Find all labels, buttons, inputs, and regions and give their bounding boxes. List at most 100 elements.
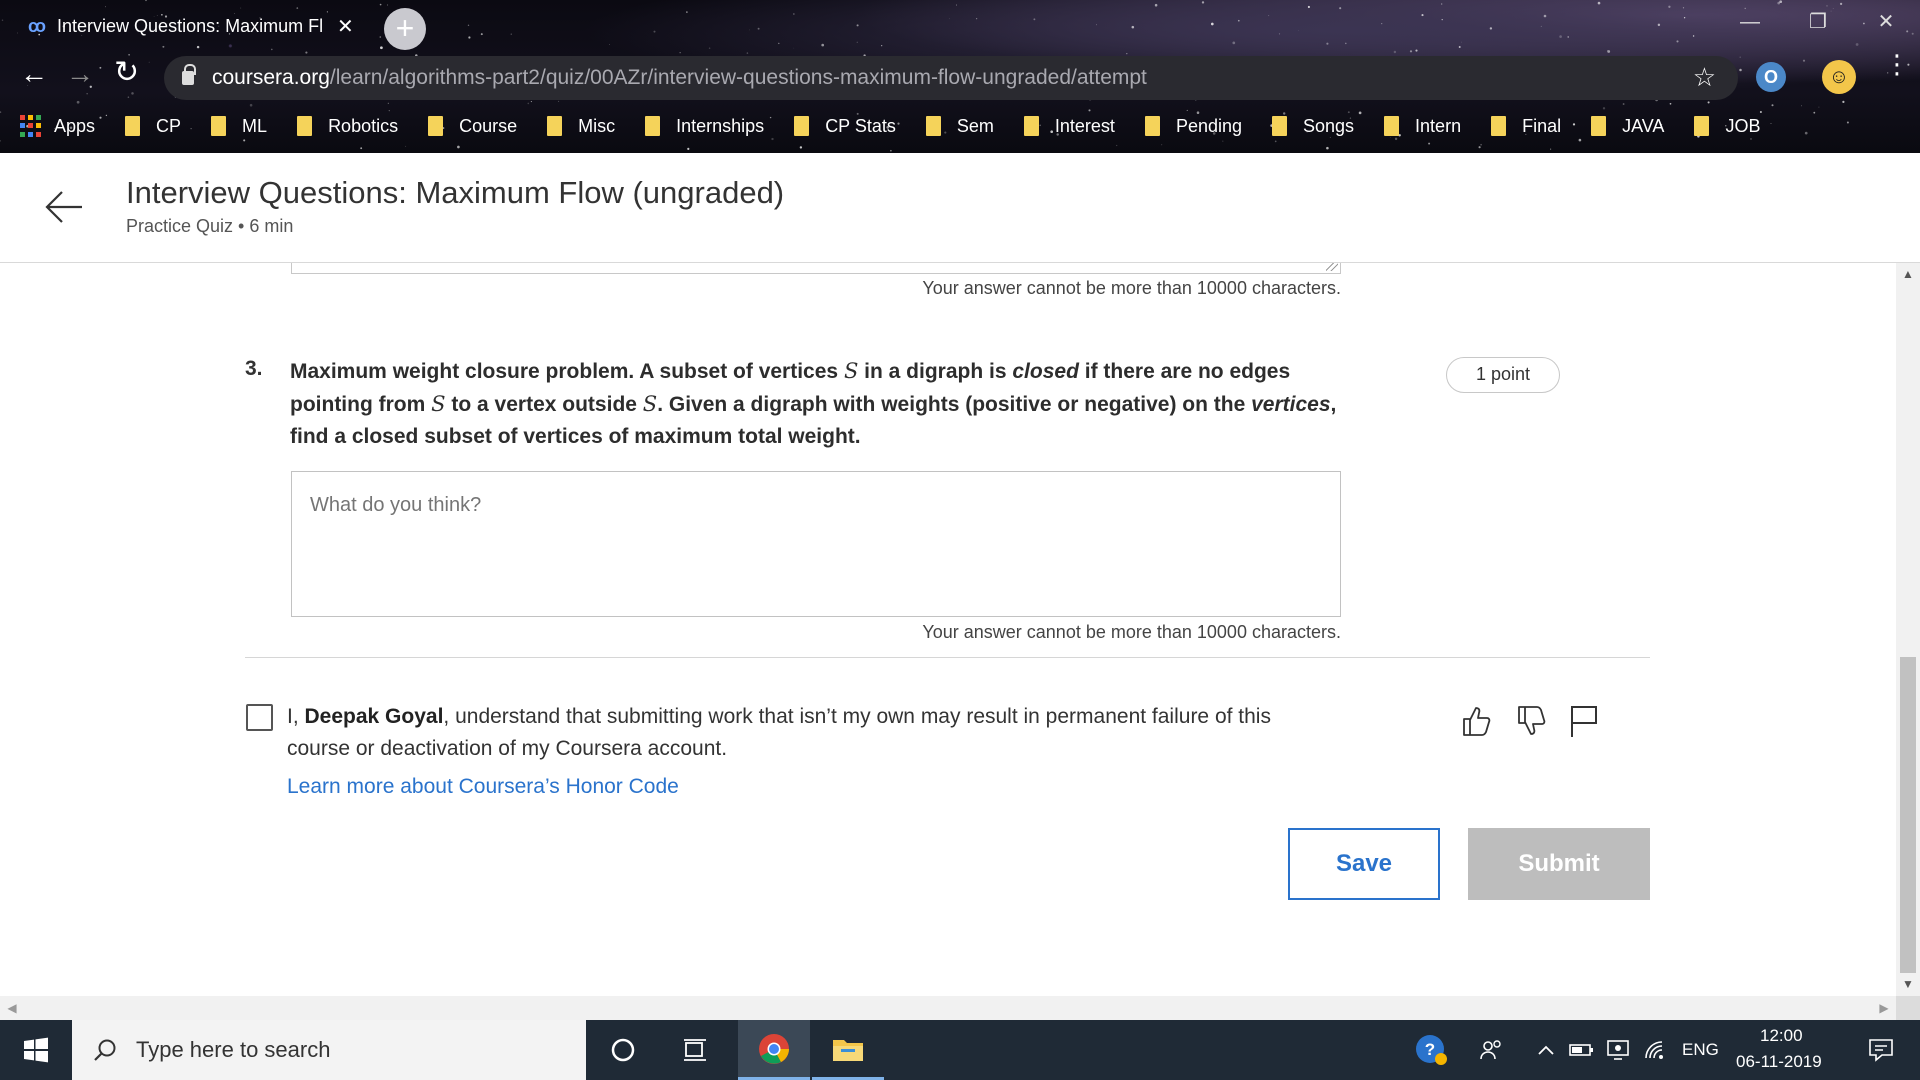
honor-code-checkbox[interactable] bbox=[246, 704, 273, 731]
back-icon[interactable]: ← bbox=[20, 58, 48, 90]
language-indicator[interactable]: ENG bbox=[1682, 1040, 1719, 1060]
resize-grip-icon[interactable] bbox=[1326, 263, 1338, 271]
bookmark-folder[interactable]: CP Stats bbox=[794, 116, 896, 137]
close-window-icon[interactable]: ✕ bbox=[1852, 0, 1920, 44]
clock-date[interactable]: 06-11-2019 bbox=[1736, 1052, 1822, 1072]
profile-avatar-icon[interactable]: ☺ bbox=[1822, 60, 1856, 94]
forward-icon[interactable]: → bbox=[66, 58, 94, 90]
bookmark-folder[interactable]: Songs bbox=[1272, 116, 1354, 137]
star-decoration bbox=[1739, 56, 1741, 58]
scroll-up-icon[interactable]: ▲ bbox=[1896, 265, 1920, 283]
star-decoration bbox=[1676, 40, 1679, 43]
star-decoration bbox=[1345, 42, 1347, 45]
bookmark-star-icon[interactable]: ☆ bbox=[1693, 62, 1716, 93]
bookmark-folder[interactable]: Internships bbox=[645, 116, 764, 137]
bookmark-folder[interactable]: ML bbox=[211, 116, 267, 137]
new-tab-button[interactable]: + bbox=[384, 8, 426, 50]
bookmark-folder[interactable]: Sem bbox=[925, 116, 994, 137]
bookmark-folder[interactable]: Final bbox=[1491, 116, 1561, 137]
bookmark-folder[interactable]: CP bbox=[125, 116, 181, 137]
bookmark-folder[interactable]: Misc bbox=[547, 116, 615, 137]
char-limit-note: Your answer cannot be more than 10000 ch… bbox=[922, 278, 1341, 298]
bookmark-folder[interactable]: Interest bbox=[1023, 116, 1115, 137]
bookmark-folder[interactable]: JOB bbox=[1694, 116, 1760, 137]
star-decoration bbox=[1131, 25, 1135, 29]
thumbs-down-icon[interactable] bbox=[1513, 703, 1549, 739]
bookmark-folder[interactable]: Robotics bbox=[297, 116, 398, 137]
people-icon[interactable] bbox=[1474, 1020, 1510, 1080]
extension-icon[interactable]: O bbox=[1756, 62, 1786, 92]
battery-icon[interactable] bbox=[1566, 1020, 1596, 1080]
scrollbar-thumb[interactable] bbox=[1900, 657, 1916, 973]
bookmark-label: Internships bbox=[676, 115, 765, 136]
scroll-left-icon[interactable]: ◀ bbox=[2, 996, 22, 1020]
question-title: Maximum weight closure problem. bbox=[290, 360, 635, 383]
star-decoration bbox=[480, 33, 483, 36]
bookmark-folder[interactable]: Intern bbox=[1384, 116, 1461, 137]
minimize-icon[interactable]: — bbox=[1716, 0, 1784, 44]
star-decoration bbox=[1195, 99, 1197, 101]
horizontal-scrollbar[interactable]: ◀ ▶ bbox=[0, 996, 1896, 1020]
star-decoration bbox=[305, 51, 308, 54]
cortana-icon[interactable] bbox=[600, 1020, 646, 1080]
star-decoration bbox=[1421, 14, 1424, 17]
star-decoration bbox=[1154, 3, 1158, 7]
wifi-icon[interactable] bbox=[1640, 1020, 1672, 1080]
chrome-taskbar-icon[interactable] bbox=[738, 1020, 810, 1080]
folder-icon bbox=[794, 116, 810, 136]
file-explorer-icon[interactable] bbox=[812, 1020, 884, 1080]
star-decoration bbox=[510, 33, 512, 35]
coursera-favicon-icon: co bbox=[28, 15, 46, 36]
submit-button[interactable]: Submit bbox=[1468, 828, 1650, 900]
star-decoration bbox=[793, 13, 795, 15]
star-decoration bbox=[1818, 106, 1820, 108]
star-decoration bbox=[1683, 17, 1686, 19]
tab-title: Interview Questions: Maximum Fl bbox=[57, 15, 324, 36]
star-decoration bbox=[86, 93, 88, 95]
scrollbar-corner bbox=[1896, 996, 1920, 1020]
help-tray-icon[interactable]: ? bbox=[1412, 1020, 1452, 1080]
star-decoration bbox=[1126, 52, 1128, 55]
bookmark-apps[interactable]: Apps bbox=[20, 115, 95, 137]
taskbar-search-box[interactable]: Type here to search bbox=[72, 1020, 586, 1080]
address-bar[interactable]: coursera.org/learn/algorithms-part2/quiz… bbox=[164, 56, 1738, 100]
star-decoration bbox=[1095, 24, 1098, 26]
scroll-down-icon[interactable]: ▼ bbox=[1896, 975, 1920, 993]
chevron-up-icon[interactable] bbox=[1532, 1020, 1560, 1080]
restore-icon[interactable]: ❐ bbox=[1784, 0, 1852, 44]
windows-start-icon[interactable] bbox=[0, 1020, 70, 1080]
back-arrow-icon[interactable] bbox=[44, 187, 84, 227]
save-button[interactable]: Save bbox=[1288, 828, 1440, 900]
star-decoration bbox=[0, 111, 2, 113]
browser-menu-icon[interactable]: ⋮ bbox=[1884, 51, 1910, 77]
reload-icon[interactable]: ↻ bbox=[114, 55, 139, 90]
honor-code-link[interactable]: Learn more about Coursera’s Honor Code bbox=[287, 775, 679, 799]
star-decoration bbox=[1540, 25, 1542, 27]
bookmark-folder[interactable]: Course bbox=[428, 116, 517, 137]
star-decoration bbox=[856, 41, 858, 43]
star-decoration bbox=[687, 147, 690, 151]
star-decoration bbox=[387, 4, 389, 6]
display-icon[interactable] bbox=[1602, 1020, 1634, 1080]
task-view-icon[interactable] bbox=[672, 1020, 718, 1080]
clock-time[interactable]: 12:00 bbox=[1760, 1026, 1803, 1046]
notifications-icon[interactable] bbox=[1856, 1020, 1906, 1080]
tab-close-icon[interactable]: ✕ bbox=[337, 14, 354, 39]
thumbs-up-icon[interactable] bbox=[1458, 703, 1494, 739]
vertical-scrollbar[interactable]: ▲ ▼ bbox=[1896, 263, 1920, 996]
star-decoration bbox=[778, 42, 780, 45]
bookmark-folder[interactable]: Pending bbox=[1144, 116, 1242, 137]
answer-input[interactable] bbox=[291, 471, 1341, 617]
scroll-right-icon[interactable]: ▶ bbox=[1874, 996, 1894, 1020]
emphasis-vertices: vertices bbox=[1251, 393, 1331, 416]
page-title: Interview Questions: Maximum Flow (ungra… bbox=[126, 175, 785, 210]
flag-icon[interactable] bbox=[1566, 703, 1602, 739]
points-badge: 1 point bbox=[1446, 357, 1560, 393]
star-decoration bbox=[360, 147, 363, 150]
previous-answer-input[interactable] bbox=[291, 263, 1341, 274]
star-decoration bbox=[1489, 27, 1493, 30]
star-decoration bbox=[1409, 50, 1413, 53]
star-decoration bbox=[1033, 18, 1036, 21]
tab-active[interactable]: co Interview Questions: Maximum Fl ✕ bbox=[16, 6, 368, 46]
bookmark-folder[interactable]: JAVA bbox=[1591, 116, 1664, 137]
